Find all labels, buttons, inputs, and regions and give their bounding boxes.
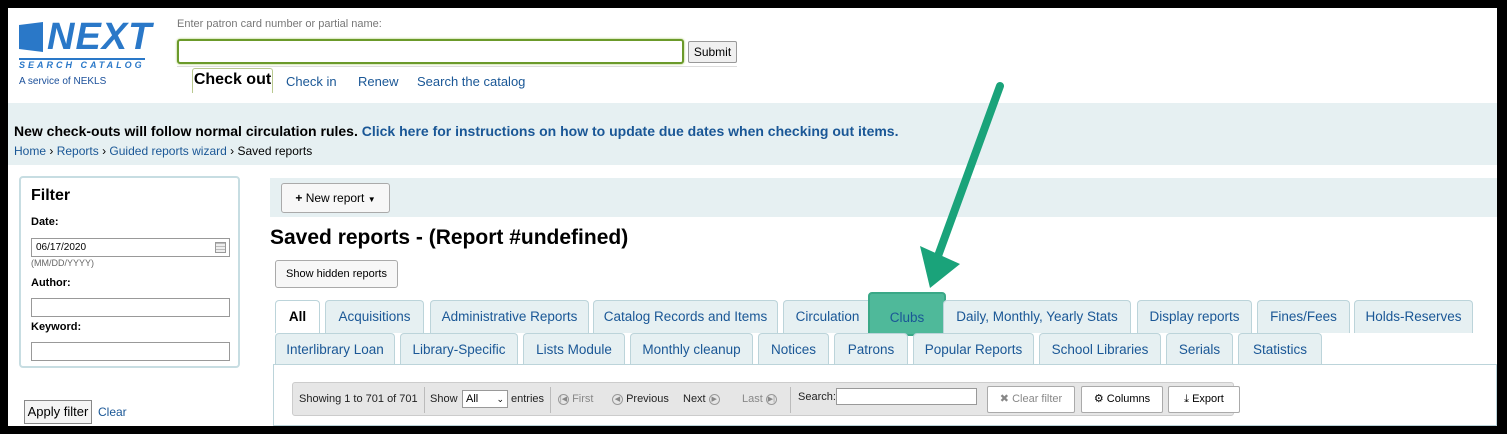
breadcrumb-reports[interactable]: Reports: [57, 144, 99, 158]
next-icon: ▶: [708, 393, 720, 405]
book-logo-icon: [19, 22, 43, 52]
instructions-link[interactable]: Click here for instructions on how to up…: [362, 123, 899, 139]
tab-all[interactable]: All: [275, 300, 320, 333]
clear-filter-label: Clear filter: [1012, 393, 1063, 405]
service-text: A service of NEKLS: [19, 76, 107, 87]
koha-window: NEXT SEARCH CATALOG A service of NEKLS E…: [8, 8, 1497, 426]
clear-filter-button[interactable]: ✖ Clear filter: [987, 386, 1075, 413]
tab-interlibrary-loan[interactable]: Interlibrary Loan: [275, 333, 395, 366]
first-label: First: [572, 393, 594, 405]
breadcrumb-separator: ›: [102, 144, 107, 158]
tab-daily-monthly-yearly-stats[interactable]: Daily, Monthly, Yearly Stats: [943, 300, 1131, 333]
author-label: Author:: [31, 277, 71, 289]
table-toolbar: Showing 1 to 701 of 701 Show All ⌄ entri…: [292, 382, 1240, 416]
logo-wordmark: NEXT: [47, 16, 153, 58]
message-text: New check-outs will follow normal circul…: [14, 123, 358, 139]
breadcrumb-home[interactable]: Home: [14, 144, 46, 158]
tab-monthly-cleanup[interactable]: Monthly cleanup: [630, 333, 753, 366]
entries-label: entries: [511, 393, 545, 405]
annotation-arrow-icon: [920, 82, 1004, 288]
caret-down-icon: ▼: [367, 195, 376, 204]
apply-filter-button[interactable]: Apply filter: [24, 400, 92, 424]
patron-search-label: Enter patron card number or partial name…: [177, 18, 382, 30]
show-hidden-reports-button[interactable]: Show hidden reports: [275, 260, 398, 288]
patron-search-input[interactable]: [177, 39, 684, 64]
tab-patrons[interactable]: Patrons: [834, 333, 908, 366]
tab-acquisitions[interactable]: Acquisitions: [325, 300, 424, 333]
submit-button[interactable]: Submit: [688, 41, 737, 63]
breadcrumb: Home › Reports › Guided reports wizard ›…: [14, 144, 312, 158]
plus-icon: +: [295, 191, 303, 205]
show-label: Show: [430, 393, 458, 405]
tab-library-specific[interactable]: Library-Specific: [400, 333, 518, 366]
first-page-button[interactable]: |◀ First: [558, 393, 593, 405]
tab-serials[interactable]: Serials: [1166, 333, 1233, 366]
tab-catalog-records-items[interactable]: Catalog Records and Items: [593, 300, 778, 333]
last-icon: ▶|: [765, 393, 777, 405]
breadcrumb-current: Saved reports: [237, 144, 313, 158]
tab-lists-module[interactable]: Lists Module: [523, 333, 625, 366]
tab-search-catalog[interactable]: Search the catalog: [417, 74, 525, 89]
tab-holds-reserves[interactable]: Holds-Reserves: [1354, 300, 1473, 333]
gear-icon: ⚙: [1093, 393, 1104, 405]
tab-clubs[interactable]: Clubs: [868, 292, 946, 336]
download-icon: ⤓: [1184, 393, 1189, 405]
filter-panel: Filter Date: 06/17/2020 (MM/DD/YYYY) Aut…: [19, 176, 240, 368]
date-label: Date:: [31, 216, 59, 228]
keyword-input[interactable]: [31, 342, 230, 361]
last-page-button[interactable]: Last ▶|: [742, 393, 777, 405]
new-report-button[interactable]: + New report ▼: [281, 183, 390, 213]
page-length-select[interactable]: All ⌄: [462, 390, 508, 408]
reports-toolbar: [270, 178, 1497, 217]
filter-title: Filter: [31, 187, 71, 204]
clear-filter-link[interactable]: Clear: [98, 405, 127, 419]
first-icon: |◀: [558, 393, 569, 405]
previous-label: Previous: [626, 393, 669, 405]
tab-popular-reports[interactable]: Popular Reports: [913, 333, 1034, 366]
tab-statistics[interactable]: Statistics: [1238, 333, 1322, 366]
previous-page-button[interactable]: ◀ Previous: [612, 393, 669, 405]
logo-subtitle: SEARCH CATALOG: [19, 58, 145, 70]
divider: [177, 66, 737, 67]
columns-label: Columns: [1106, 393, 1151, 405]
tab-administrative-reports[interactable]: Administrative Reports: [430, 300, 589, 333]
columns-button[interactable]: ⚙ Columns: [1081, 386, 1163, 413]
date-input[interactable]: 06/17/2020: [31, 238, 230, 257]
table-search-input[interactable]: [836, 388, 977, 405]
keyword-label: Keyword:: [31, 321, 82, 333]
tab-school-libraries[interactable]: School Libraries: [1039, 333, 1161, 366]
date-value: 06/17/2020: [36, 242, 87, 253]
tab-notices[interactable]: Notices: [758, 333, 829, 366]
tab-circulation[interactable]: Circulation: [783, 300, 872, 333]
last-label: Last: [742, 393, 763, 405]
breadcrumb-separator: ›: [230, 144, 235, 158]
close-icon: ✖: [999, 393, 1010, 405]
previous-icon: ◀: [612, 393, 623, 405]
breadcrumb-separator: ›: [49, 144, 54, 158]
new-report-label: New report: [305, 191, 365, 205]
circulation-message: New check-outs will follow normal circul…: [14, 123, 899, 139]
tab-check-in[interactable]: Check in: [286, 74, 337, 89]
page-title: Saved reports - (Report #undefined): [270, 226, 629, 249]
search-label: Search:: [798, 391, 836, 403]
export-button[interactable]: ⤓ Export: [1168, 386, 1240, 413]
tab-renew[interactable]: Renew: [358, 74, 398, 89]
export-label: Export: [1192, 393, 1224, 405]
date-format-hint: (MM/DD/YYYY): [31, 258, 94, 268]
tab-check-out[interactable]: Check out: [192, 68, 273, 93]
author-input[interactable]: [31, 298, 230, 317]
calendar-icon[interactable]: [215, 242, 226, 253]
next-label: Next: [683, 393, 706, 405]
logo[interactable]: NEXT SEARCH CATALOG A service of NEKLS: [13, 14, 173, 94]
tab-fines-fees[interactable]: Fines/Fees: [1257, 300, 1350, 333]
table-info: Showing 1 to 701 of 701: [299, 393, 418, 405]
page-length-value: All: [466, 393, 479, 405]
breadcrumb-wizard[interactable]: Guided reports wizard: [109, 144, 226, 158]
tab-display-reports[interactable]: Display reports: [1137, 300, 1252, 333]
next-page-button[interactable]: Next ▶: [683, 393, 720, 405]
chevron-down-icon: ⌄: [496, 394, 504, 404]
